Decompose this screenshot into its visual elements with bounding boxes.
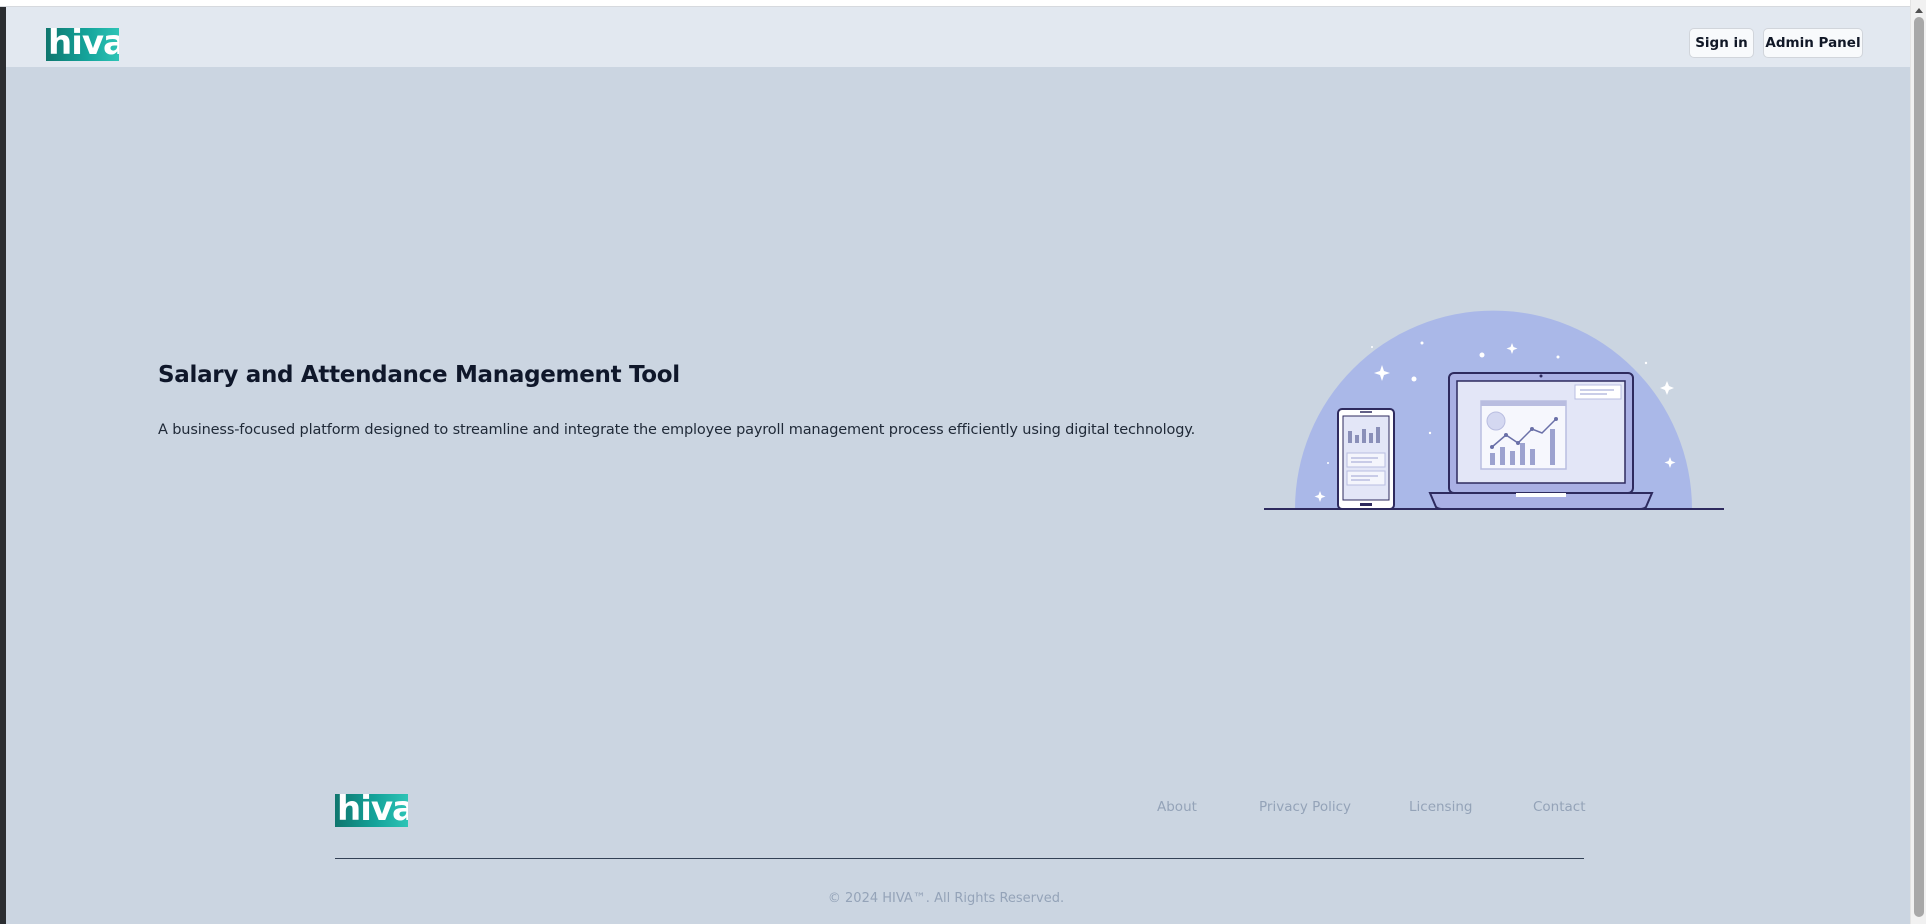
browser-top-bar: [0, 0, 1926, 7]
vertical-scrollbar[interactable]: [1910, 0, 1926, 924]
hero-title: Salary and Attendance Management Tool: [158, 362, 680, 388]
footer-divider: [335, 858, 1584, 859]
footer-hiva-logo[interactable]: hiva: [335, 794, 408, 827]
scroll-thumb[interactable]: [1914, 17, 1924, 917]
copyright-text: © 2024 HIVA™. All Rights Reserved.: [827, 891, 1065, 906]
page: hiva Sign in Admin Panel Salary and Atte…: [6, 7, 1910, 924]
logo-text: hiva: [48, 28, 119, 61]
sign-in-button[interactable]: Sign in: [1689, 28, 1754, 58]
footer-link-about[interactable]: About: [1157, 799, 1197, 819]
laptop-illustration: [1428, 372, 1654, 510]
footer-link-contact[interactable]: Contact: [1533, 799, 1586, 819]
footer-link-licensing[interactable]: Licensing: [1409, 799, 1472, 819]
footer-link-privacy-policy[interactable]: Privacy Policy: [1259, 799, 1351, 819]
hero-description: A business-focused platform designed to …: [158, 422, 1196, 438]
admin-panel-button[interactable]: Admin Panel: [1763, 28, 1863, 58]
hiva-logo[interactable]: hiva: [46, 28, 119, 61]
phone-illustration: [1337, 408, 1395, 510]
site-header: hiva Sign in Admin Panel: [6, 7, 1910, 67]
footer-logo-text: hiva: [337, 794, 408, 827]
scroll-up-arrow-icon[interactable]: [1915, 8, 1923, 13]
devices-illustration: [1264, 310, 1724, 510]
